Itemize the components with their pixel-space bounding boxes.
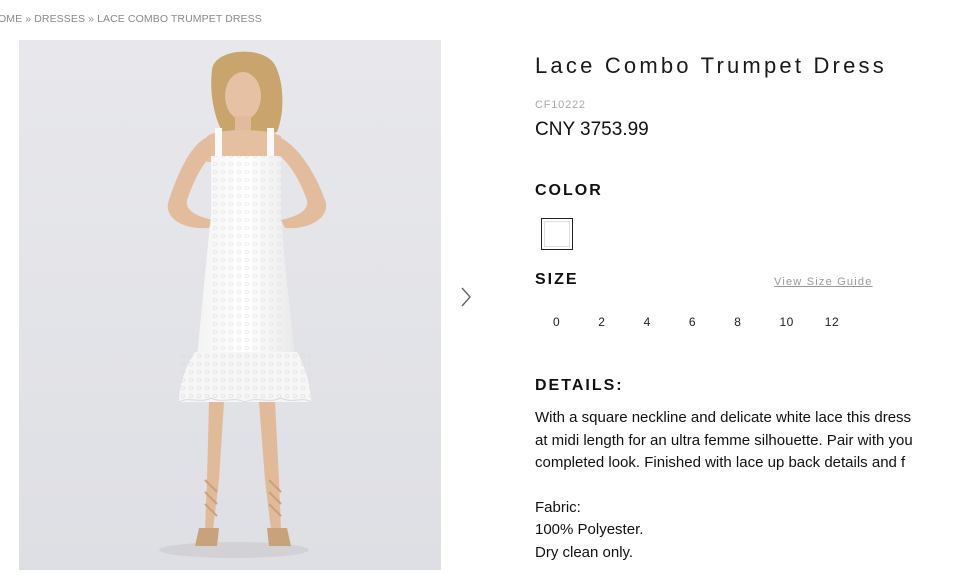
breadcrumb-dresses-link[interactable]: DRESSES: [34, 13, 85, 25]
size-options: 0 2 4 6 8 10 12: [535, 315, 852, 329]
breadcrumb-home-link[interactable]: OME: [0, 13, 22, 25]
breadcrumb: OME » DRESSES » LACE COMBO TRUMPET DRESS: [0, 13, 262, 25]
fabric-composition: 100% Polyester.: [535, 521, 644, 538]
size-option[interactable]: 6: [671, 315, 716, 329]
fabric-label: Fabric:: [535, 498, 581, 516]
size-option[interactable]: 4: [626, 315, 671, 329]
color-swatch-white[interactable]: [541, 218, 573, 250]
size-option[interactable]: 2: [580, 315, 625, 329]
product-image[interactable]: [19, 40, 441, 570]
color-heading: COLOR: [535, 182, 603, 199]
size-option[interactable]: 8: [716, 315, 761, 329]
breadcrumb-separator: »: [85, 13, 98, 25]
product-sku: CF10222: [535, 99, 586, 111]
product-details: With a square neckline and delicate whit…: [535, 407, 960, 564]
details-heading: DETAILS:: [535, 377, 624, 394]
product-title: Lace Combo Trumpet Dress: [535, 53, 887, 78]
size-guide-link[interactable]: View Size Guide: [774, 276, 873, 288]
size-option[interactable]: 0: [535, 315, 580, 329]
product-photo-model: [19, 40, 441, 570]
product-price: CNY 3753.99: [535, 119, 649, 140]
chevron-right-icon: [461, 287, 471, 307]
next-image-button[interactable]: [458, 285, 474, 309]
size-option[interactable]: 10: [761, 315, 806, 329]
details-line: completed look. Finished with lace up ba…: [535, 454, 906, 471]
size-heading: SIZE: [535, 271, 579, 288]
details-line: With a square neckline and delicate whit…: [535, 409, 912, 426]
size-option[interactable]: 12: [807, 315, 852, 329]
details-line: at midi length for an ultra femme silhou…: [535, 431, 913, 449]
care-instructions: Dry clean only.: [535, 543, 634, 561]
breadcrumb-current: LACE COMBO TRUMPET DRESS: [97, 13, 262, 25]
breadcrumb-separator: »: [22, 13, 35, 25]
